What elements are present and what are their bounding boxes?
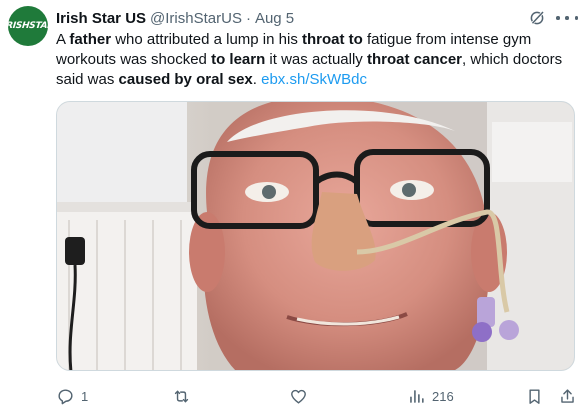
tweet-text: A father who attributed a lump in his th…	[56, 31, 563, 88]
grok-icon[interactable]	[528, 9, 546, 27]
share-button[interactable]	[558, 384, 577, 408]
tweet-card[interactable]: IRISHSTAR Irish Star US @IrishStarUS · A…	[0, 0, 588, 415]
tweet-photo[interactable]	[56, 101, 575, 371]
photo-illustration	[57, 102, 574, 370]
reply-icon	[58, 388, 73, 404]
avatar-logo-text: IRISHSTAR	[8, 21, 48, 31]
more-options-icon[interactable]	[556, 9, 578, 27]
views-button[interactable]: 216	[407, 384, 454, 408]
tweet-actions: 1 216	[56, 384, 580, 408]
views-icon	[410, 389, 424, 403]
reply-count: 1	[81, 388, 89, 404]
like-button[interactable]	[289, 384, 314, 408]
tweet-header: Irish Star US @IrishStarUS · Aug 5	[56, 8, 294, 28]
repost-button[interactable]	[172, 384, 197, 408]
display-name[interactable]: Irish Star US	[56, 10, 146, 27]
avatar[interactable]: IRISHSTAR	[8, 6, 48, 46]
bookmark-button[interactable]	[525, 384, 544, 408]
radiator	[57, 202, 197, 370]
user-handle[interactable]: @IrishStarUS	[150, 10, 242, 27]
view-count: 216	[432, 388, 454, 404]
separator-dot: ·	[245, 9, 251, 27]
tweet-link[interactable]: ebx.sh/SkWBdc	[261, 71, 367, 88]
share-icon	[561, 388, 574, 403]
plug	[65, 237, 85, 265]
repost-icon	[174, 390, 189, 402]
heart-icon	[291, 389, 306, 404]
bookmark-icon	[529, 388, 540, 404]
reply-button[interactable]: 1	[56, 384, 88, 408]
tweet-date[interactable]: Aug 5	[255, 10, 294, 27]
